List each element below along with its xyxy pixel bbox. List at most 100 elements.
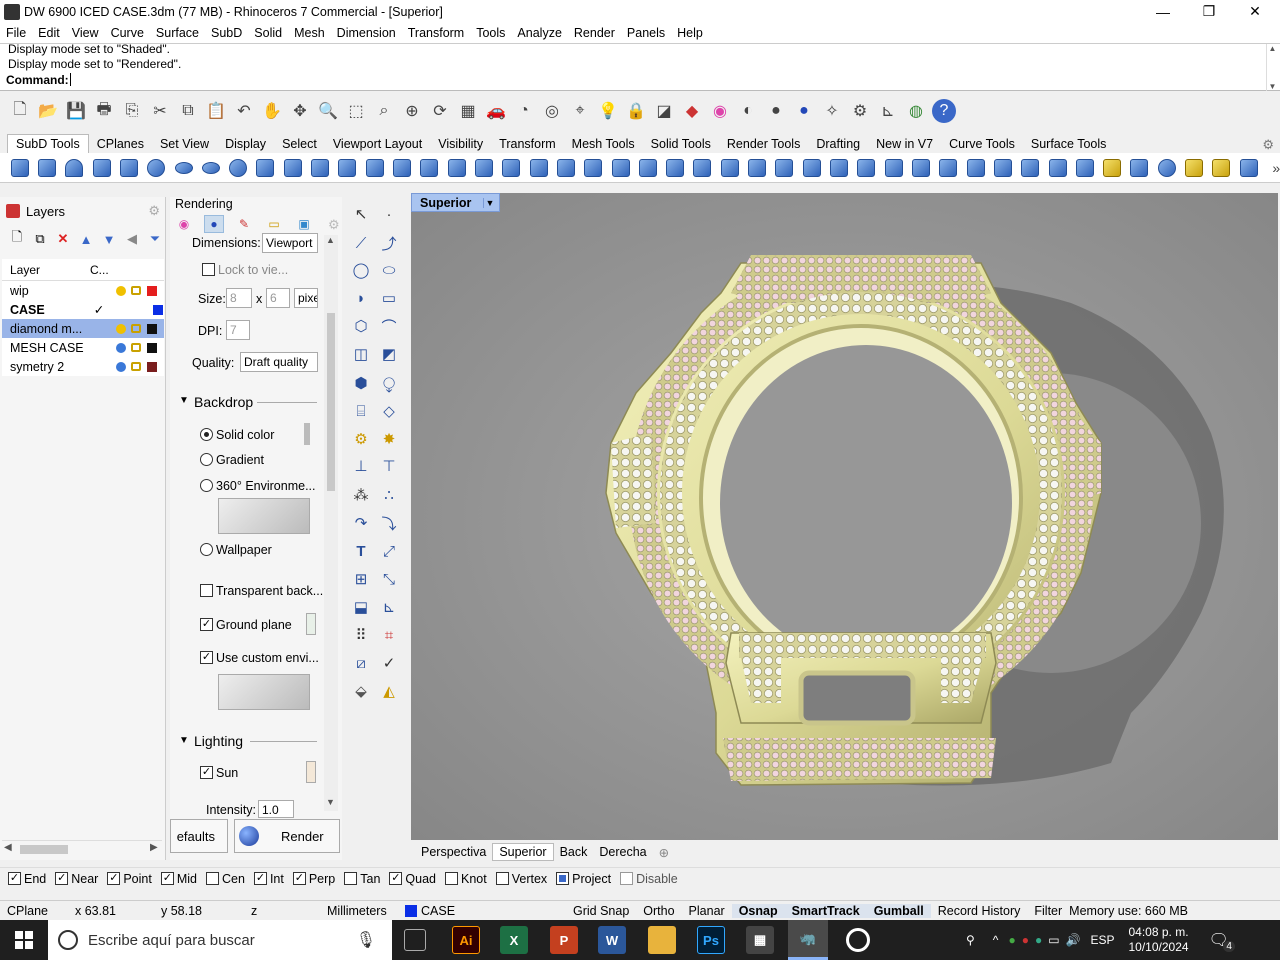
menu-tools[interactable]: Tools [470,26,511,40]
material-icon[interactable]: ✎ [234,215,254,233]
chamfer-icon[interactable]: ⤵ [377,512,401,534]
transparent-background-checkbox[interactable] [200,584,213,597]
command-input[interactable] [70,72,1260,88]
tab-derecha[interactable]: Derecha [593,844,652,860]
osnap-checkbox[interactable]: ✓ [160,872,174,885]
size-width-input[interactable]: 8 [226,288,252,308]
subd-brush-icon[interactable] [1182,156,1205,180]
illustrator-app-icon[interactable]: Ai [452,926,480,954]
subd-globe-icon[interactable] [1155,156,1178,180]
panel-settings-icon[interactable]: ⚙ [328,217,340,233]
import-icon[interactable]: ⎘ [120,99,144,123]
menu-render[interactable]: Render [568,26,621,40]
move-icon[interactable]: ⤢ [377,540,401,562]
select-icon[interactable]: ⌖ [568,99,592,123]
subd-torus-icon[interactable] [199,156,222,180]
solid-color-radio[interactable] [200,428,213,441]
layer-icon[interactable]: ◪ [652,99,676,123]
lighting-section-title[interactable]: Lighting [194,733,243,749]
control-points-icon[interactable]: ⌗ [377,624,401,646]
osnap-mid[interactable]: ✓ Mid [160,872,197,886]
text-icon[interactable]: T [349,540,373,562]
layer-row-wip[interactable]: wip [2,281,164,300]
zoom-icon[interactable]: 🔍 [316,99,340,123]
new-sublayer-icon[interactable]: ⧉ [31,230,49,248]
osnap-checkbox[interactable]: ✓ [389,872,403,885]
subd-display-icon[interactable] [909,156,932,180]
subd-append-icon[interactable] [855,156,878,180]
tab-set-view[interactable]: Set View [152,135,217,153]
clock[interactable]: 04:08 p. m. 10/10/2024 [1129,925,1189,955]
word-app-icon[interactable]: W [598,926,626,954]
osnap-disable[interactable]: Disable [620,872,678,886]
defaults-button[interactable]: efaults [170,819,228,853]
env-360-radio[interactable] [200,479,213,492]
subd-stitch-icon[interactable] [773,156,796,180]
subd-cylinder-icon[interactable] [35,156,58,180]
microphone-icon[interactable]: 🎙 [356,930,376,950]
tray-overflow-chevron-icon[interactable]: ^ [993,933,999,947]
check-icon[interactable]: ✓ [377,652,401,674]
layer-row-case[interactable]: CASE ✓ [2,300,164,319]
layer-lock-icon[interactable] [131,324,141,333]
layer-color-swatch[interactable] [147,342,157,353]
excel-app-icon[interactable]: X [500,926,528,954]
surface-icon[interactable]: ◫ [349,343,373,365]
subd-extrude-icon[interactable] [472,156,495,180]
osnap-end[interactable]: ✓ End [8,872,46,886]
lock-icon[interactable]: 🔒 [624,99,648,123]
paste-icon[interactable]: 📋 [204,99,228,123]
render-settings-icon[interactable]: ● [204,215,224,233]
layer-color-swatch[interactable] [147,285,157,296]
blue-sphere-icon[interactable]: ● [792,99,816,123]
move-down-icon[interactable]: ▼ [100,230,118,248]
subd-mesh-icon[interactable] [636,156,659,180]
solid-edit-icon[interactable]: ⬓ [349,596,373,618]
osnap-project[interactable]: Project [556,872,611,886]
subd-sphere-icon[interactable] [145,156,168,180]
help-icon[interactable]: ? [932,99,956,123]
dpi-input[interactable]: 7 [226,320,250,340]
render-sphere-icon[interactable]: ● [764,99,788,123]
menu-mesh[interactable]: Mesh [288,26,331,40]
menu-surface[interactable]: Surface [150,26,205,40]
osnap-checkbox[interactable] [344,872,358,885]
subd-curve-1-icon[interactable] [254,156,277,180]
subd-fill-icon[interactable] [582,156,605,180]
subd-shrink-icon[interactable] [1128,156,1151,180]
dimension-icon[interactable]: ⊾ [876,99,900,123]
osnap-checkbox[interactable]: ✓ [292,872,306,885]
filter-icon[interactable]: ⏷ [146,230,164,248]
copy-icon[interactable]: ⧉ [176,99,200,123]
ground-plane-checkbox[interactable]: ✓ [200,618,213,631]
subd-pipe-icon[interactable] [308,156,331,180]
people-icon[interactable]: ⚲ [966,933,975,947]
ungroup-icon[interactable]: ∴ [377,484,401,506]
environment-icon[interactable]: ▭ [264,215,284,233]
cube-render-icon[interactable]: ⬙ [349,680,373,702]
backdrop-collapse-icon[interactable]: ▼ [179,395,189,406]
subd-insert-edge-icon[interactable] [500,156,523,180]
menu-file[interactable]: File [0,26,32,40]
layer-color-swatch[interactable] [147,323,157,334]
osnap-checkbox[interactable] [556,872,570,885]
maximize-button[interactable]: ❐ [1186,0,1232,23]
car-icon[interactable]: 🚗 [484,99,508,123]
layers-panel-header[interactable]: Layers ⚙ [0,197,166,225]
polyline-icon[interactable]: ⟋ [349,232,373,254]
render-button[interactable]: Render [234,819,340,853]
layer-lock-icon[interactable] [131,362,141,371]
subd-to-nurbs-icon[interactable] [882,156,905,180]
mesh-plane-icon[interactable]: ◇ [377,400,401,422]
column-layer[interactable]: Layer [2,263,84,277]
subd-truncated-cone-icon[interactable] [90,156,113,180]
subd-frame-icon[interactable] [1019,156,1042,180]
osnap-knot[interactable]: Knot [445,872,487,886]
array-icon[interactable]: ⊞ [349,568,373,590]
osnap-point[interactable]: ✓ Point [107,872,152,886]
subd-weld-icon[interactable] [745,156,768,180]
subd-curve-2-icon[interactable] [281,156,304,180]
boolean-icon[interactable]: ⧬ [377,372,401,394]
layer-row-symetry[interactable]: symetry 2 [2,357,164,376]
extrude-surface-icon[interactable]: ◩ [377,343,401,365]
